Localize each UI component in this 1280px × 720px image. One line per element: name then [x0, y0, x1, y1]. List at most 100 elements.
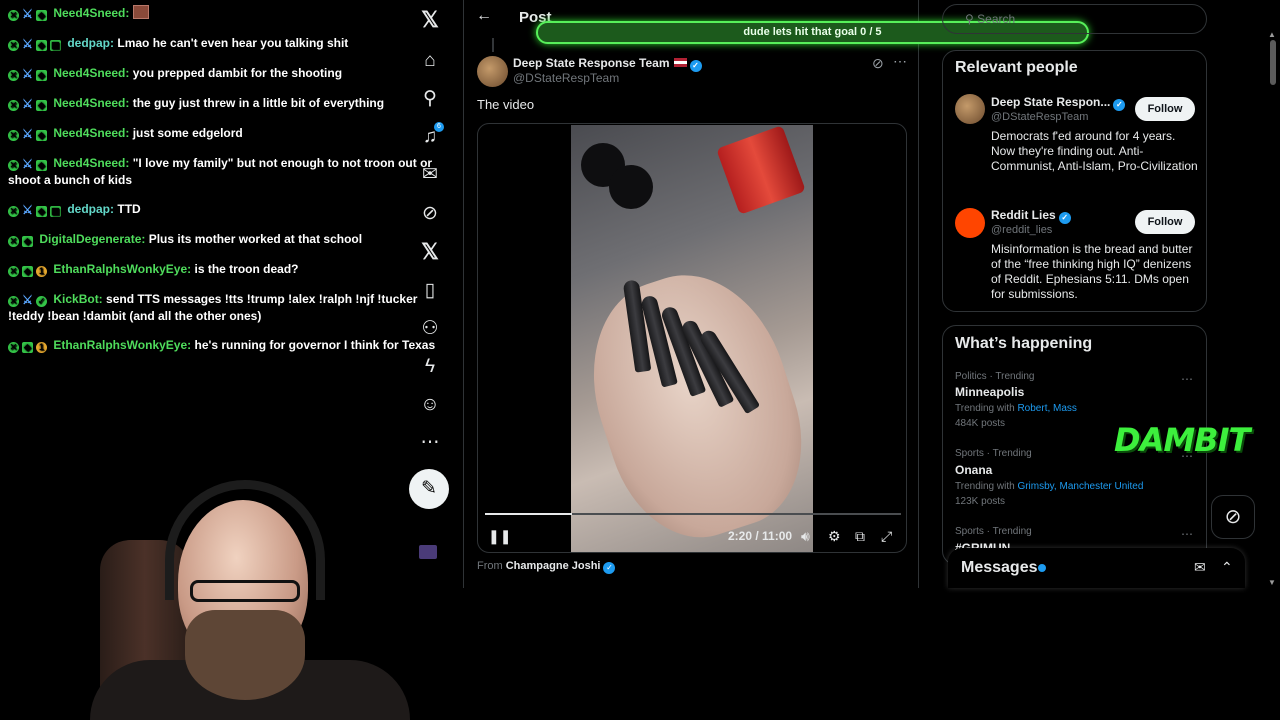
chat-username[interactable]: Need4Sneed:: [53, 96, 129, 110]
chat-username[interactable]: Need4Sneed:: [53, 66, 129, 80]
person-handle[interactable]: @reddit_lies: [991, 224, 1052, 236]
author-name[interactable]: Deep State Response Team: [513, 56, 670, 70]
grok-icon: ⊘: [1224, 506, 1242, 528]
mod-badge-icon: ✕: [8, 70, 19, 81]
post-more-icon[interactable]: ⋯: [893, 53, 908, 70]
person-avatar[interactable]: [955, 94, 985, 124]
chat-text: just some edgelord: [132, 126, 243, 140]
person-name[interactable]: Deep State Respon...: [991, 95, 1110, 109]
chat-username[interactable]: dedpap:: [67, 36, 114, 50]
unread-dot: [1038, 564, 1046, 572]
explore-icon[interactable]: ⚲: [415, 84, 445, 114]
communities-icon[interactable]: ⚇: [415, 314, 445, 344]
person-avatar[interactable]: [955, 208, 985, 238]
person-name-row[interactable]: Reddit Lies ✓: [991, 208, 1071, 224]
x-logo-icon[interactable]: 𝕏: [415, 5, 445, 35]
back-arrow-icon[interactable]: ←: [476, 7, 492, 25]
x-nav-rail: 𝕏 ⌂ ⚲ ♫ 6 ✉ ⊘ 𝕏 ▯ ⚇ ϟ ☺ ⋯: [405, 0, 455, 720]
verified-badge-icon: ✓: [1058, 212, 1071, 224]
profile-icon[interactable]: ☺: [415, 390, 445, 420]
scroll-down-arrow[interactable]: ▼: [1268, 578, 1276, 587]
chat-message: ✕ ◆ 1 EthanRalphsWonkyEye: is the troon de…: [8, 261, 448, 278]
author-name-row[interactable]: Deep State Response Team ✓: [513, 56, 702, 72]
trend-more-icon[interactable]: ⋯: [1181, 372, 1194, 386]
follow-button[interactable]: Follow: [1135, 97, 1195, 121]
pause-icon[interactable]: ❚❚: [488, 528, 511, 545]
home-icon[interactable]: ⌂: [415, 46, 445, 76]
x-premium-icon[interactable]: 𝕏: [415, 237, 445, 267]
grok-float-button[interactable]: ⊘: [1211, 495, 1255, 539]
scroll-up-arrow[interactable]: ▲: [1268, 30, 1276, 39]
trend-name[interactable]: Minneapolis: [955, 385, 1024, 399]
chat-username[interactable]: KickBot:: [53, 292, 102, 306]
from-author-link[interactable]: Champagne Joshi: [506, 560, 601, 572]
gem-badge-icon: ◆: [22, 266, 33, 277]
author-avatar[interactable]: [477, 56, 508, 87]
volume-icon[interactable]: 🔊︎: [801, 528, 810, 545]
gem-badge-icon: ◆: [36, 70, 47, 81]
mod-badge-icon: ✕: [8, 296, 19, 307]
chat-username[interactable]: Need4Sneed:: [53, 156, 129, 170]
trend-related-links[interactable]: Robert, Mass: [1017, 403, 1076, 414]
mod-badge-icon: ✕: [8, 266, 19, 277]
person-name-row[interactable]: Deep State Respon... ✓: [991, 95, 1126, 111]
fullscreen-icon[interactable]: ⤢: [881, 528, 892, 545]
video-player[interactable]: ❚❚ 2:20 / 11:00 🔊︎ ⚙ ⧉ ⤢: [477, 123, 907, 553]
trend-name[interactable]: Onana: [955, 463, 992, 477]
chat-username[interactable]: Need4Sneed:: [53, 126, 129, 140]
author-handle[interactable]: @DStateRespTeam: [513, 71, 619, 85]
video-frame: [565, 125, 827, 552]
new-message-icon[interactable]: ✉: [1194, 559, 1206, 576]
more-icon[interactable]: ⋯: [415, 428, 445, 458]
chat-text: is the troon dead?: [194, 262, 299, 276]
chat-username[interactable]: EthanRalphsWonkyEye:: [53, 262, 191, 276]
verified-orgs-icon[interactable]: ϟ: [415, 352, 445, 382]
video-progress-bar[interactable]: [485, 513, 901, 515]
follow-button[interactable]: Follow: [1135, 210, 1195, 234]
chat-message: ✕ ⚔ ◆ Need4Sneed: the guy just threw in a …: [8, 95, 448, 112]
mod-badge-icon: ✕: [8, 100, 19, 111]
grok-icon[interactable]: ⊘: [415, 199, 445, 229]
messages-drawer[interactable]: Messages ✉ ⌃: [948, 548, 1245, 588]
trend-related-links[interactable]: Grimsby, Manchester United: [1017, 481, 1143, 492]
chat-username[interactable]: Need4Sneed:: [53, 6, 129, 20]
settings-gear-icon[interactable]: ⚙: [828, 528, 841, 545]
mod-badge-icon: ✕: [8, 206, 19, 217]
grok-explain-icon[interactable]: ⊘: [872, 55, 884, 72]
trend-category: Sports · Trending: [955, 526, 1032, 537]
notifications-icon[interactable]: ♫ 6: [415, 122, 445, 152]
chat-text: he's running for governor I think for Te…: [194, 338, 436, 352]
whats-happening-title: What’s happening: [955, 335, 1093, 352]
chat-message: ✕ ⚔ ◆ Need4Sneed:: [8, 5, 448, 22]
pip-icon[interactable]: ⧉: [855, 528, 865, 545]
sword-badge-icon: ⚔: [22, 203, 33, 217]
video-object: [716, 125, 806, 215]
messages-icon[interactable]: ✉: [415, 160, 445, 190]
video-time: 2:20 / 11:00: [728, 529, 793, 543]
person-bio: Misinformation is the bread and butter o…: [991, 242, 1193, 301]
trend-post-count: 484K posts: [955, 418, 1006, 429]
search-input[interactable]: ⚲ Search: [942, 4, 1207, 34]
post-text: The video: [477, 97, 535, 112]
expand-chevron-icon[interactable]: ⌃: [1221, 559, 1233, 576]
chat-username[interactable]: dedpap:: [67, 202, 114, 216]
bookmarks-icon[interactable]: ▯: [415, 276, 445, 306]
trend-more-icon[interactable]: ⋯: [1181, 527, 1194, 541]
dambit-overlay-logo: DAMBIT: [1114, 421, 1250, 459]
chat-username[interactable]: EthanRalphsWonkyEye:: [53, 338, 191, 352]
person-name[interactable]: Reddit Lies: [991, 208, 1056, 222]
video-source: From Champagne Joshi ✓: [477, 560, 616, 574]
from-label: From: [477, 560, 503, 572]
sword-badge-icon: ⚔: [22, 293, 33, 307]
gem-badge-icon: ◆: [36, 10, 47, 21]
mod-badge-icon: ✕: [8, 236, 19, 247]
chat-text: Lmao he can't even hear you talking shit: [117, 36, 349, 50]
person-handle[interactable]: @DStateRespTeam: [991, 111, 1088, 123]
page-scrollbar[interactable]: [1270, 40, 1276, 85]
thread-connector: [492, 38, 494, 52]
messages-title[interactable]: Messages: [961, 559, 1038, 577]
account-avatar[interactable]: [419, 545, 437, 559]
compose-post-button[interactable]: ✎: [409, 469, 449, 509]
gem-badge-icon: ◆: [22, 342, 33, 353]
chat-username[interactable]: DigitalDegenerate:: [39, 232, 145, 246]
